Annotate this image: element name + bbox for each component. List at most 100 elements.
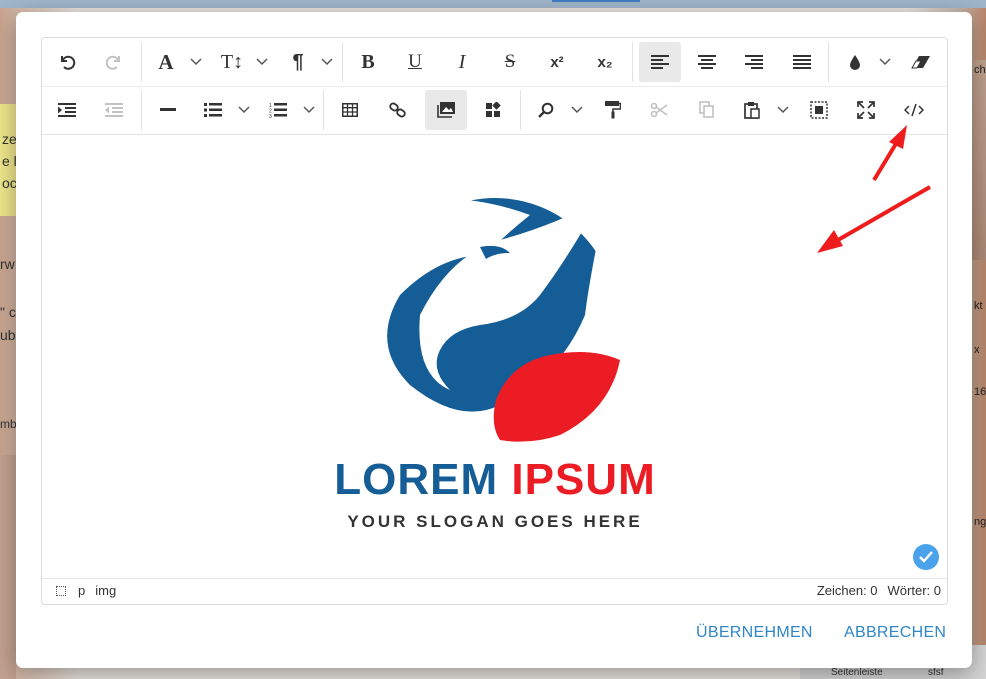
strikethrough-icon: S [504,51,516,72]
select-all-button[interactable] [799,90,839,130]
toolbar-row-2: 123 [42,86,947,134]
path-item-p[interactable]: p [78,583,85,598]
underline-button[interactable]: U [395,42,435,82]
font-size-button[interactable]: T↕ [210,42,254,82]
cut-button[interactable] [639,90,679,130]
select-all-icon [810,101,828,119]
toolbar-separator [323,90,324,130]
horizontal-line-button[interactable] [148,90,188,130]
clear-formatting-button[interactable] [901,42,941,82]
editor-toolbar: A T↕ ¶ B U I S x² x₂ 1 2 3 [42,38,947,135]
unordered-list-dropdown[interactable] [236,90,252,130]
chevron-down-icon [256,58,268,66]
char-count: Zeichen: 0 [816,583,878,598]
chevron-down-icon [879,58,891,66]
background-band [0,455,16,679]
outdent-button[interactable] [94,90,134,130]
font-size-dropdown[interactable] [254,42,270,82]
unordered-list-button[interactable] [195,90,231,130]
underline-icon: U [408,51,422,72]
droplet-icon [850,55,860,70]
background-text: " c [0,304,16,320]
apply-button[interactable]: ÜBERNEHMEN [696,624,813,642]
superscript-button[interactable]: x² [537,42,577,82]
background-text: ze [2,131,17,147]
word-count: Zeichen: 0 Wörter: 0 [817,583,941,598]
ordered-list-button[interactable]: 123 [260,90,296,130]
copy-button[interactable] [687,90,727,130]
background-text: Seitenleiste [831,667,883,678]
background-text: mb [0,417,17,431]
toolbar-separator [141,90,142,130]
bold-button[interactable]: B [348,42,388,82]
font-family-dropdown[interactable] [188,42,204,82]
insert-widget-button[interactable] [473,90,513,130]
background-text: e l [2,153,17,169]
superscript-icon: x² [550,53,564,71]
link-icon [389,102,406,118]
align-justify-button[interactable] [782,42,822,82]
paint-roller-icon [605,101,621,119]
path-item-img[interactable]: img [95,583,116,598]
text-color-dropdown[interactable] [877,42,893,82]
ordered-list-dropdown[interactable] [301,90,317,130]
checkmark-icon [919,551,933,563]
font-icon: A [158,49,174,74]
paragraph-format-button[interactable]: ¶ [278,42,318,82]
italic-button[interactable]: I [442,42,482,82]
toolbar-separator [520,90,521,130]
background-text: x [974,344,980,356]
rich-text-editor: A T↕ ¶ B U I S x² x₂ 1 2 3 LOREM IPSUM Y… [41,37,948,605]
search-icon [538,102,554,118]
align-justify-icon [793,55,811,69]
undo-button[interactable] [47,42,87,82]
find-replace-button[interactable] [528,90,564,130]
numbered-list-icon: 123 [269,103,287,118]
cancel-button[interactable]: ABBRECHEN [844,624,946,642]
source-code-button[interactable] [894,90,934,130]
background-text: rw [0,256,15,272]
logo-title-left: LOREM [334,455,499,504]
background-text: nge [974,516,986,528]
text-color-button[interactable] [837,42,873,82]
font-family-button[interactable]: A [148,42,184,82]
subscript-button[interactable]: x₂ [585,42,625,82]
chevron-down-icon [190,58,202,66]
strikethrough-button[interactable]: S [490,42,530,82]
paragraph-format-dropdown[interactable] [319,42,335,82]
insert-table-button[interactable] [330,90,370,130]
background-text: cht [974,64,986,76]
italic-icon: I [458,50,466,73]
find-replace-dropdown[interactable] [569,90,585,130]
paragraph-icon: ¶ [292,50,304,73]
align-left-button[interactable] [639,42,681,82]
redo-icon [105,55,120,70]
editor-content[interactable]: LOREM IPSUM YOUR SLOGAN GOES HERE [42,135,947,577]
indent-button[interactable] [47,90,87,130]
insert-link-button[interactable] [378,90,418,130]
fullscreen-button[interactable] [846,90,886,130]
background-text: sfsf [928,667,944,678]
widgets-icon [486,102,501,117]
background-text: oc [2,175,17,191]
background-text: 16 [974,386,986,398]
grammar-check-badge[interactable] [913,544,939,570]
toolbar-separator [828,42,829,82]
bullet-list-icon [204,103,222,117]
insert-image-button[interactable] [425,90,467,130]
align-center-button[interactable] [687,42,727,82]
copy-icon [699,101,714,118]
copy-format-button[interactable] [593,90,633,130]
horizontal-line-icon [160,108,176,111]
logo-slogan: YOUR SLOGAN GOES HERE [347,512,643,531]
toolbar-separator [632,42,633,82]
align-right-button[interactable] [734,42,774,82]
paste-dropdown[interactable] [775,90,791,130]
table-icon [342,103,358,117]
redo-button[interactable] [94,42,134,82]
paste-button[interactable] [734,90,770,130]
select-element-icon[interactable] [56,585,66,596]
align-right-icon [745,55,763,69]
inserted-image[interactable]: LOREM IPSUM YOUR SLOGAN GOES HERE [300,195,690,545]
image-icon [437,102,455,118]
